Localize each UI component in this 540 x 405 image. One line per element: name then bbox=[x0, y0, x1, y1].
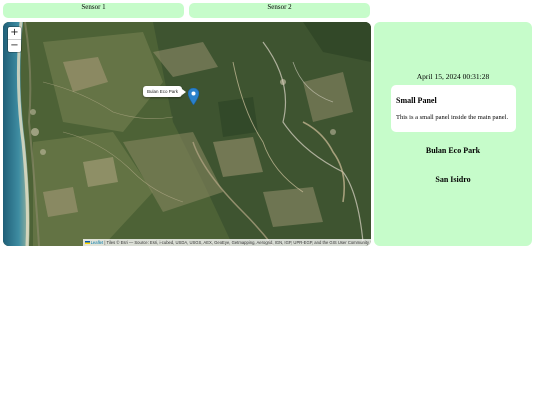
small-panel: Small Panel This is a small panel inside… bbox=[391, 85, 516, 132]
datetime-display: April 15, 2024 00:31:28 bbox=[416, 72, 490, 81]
location-san-isidro: San Isidro bbox=[435, 175, 471, 184]
ukraine-flag-icon bbox=[84, 241, 90, 245]
tab-sensor-2[interactable]: Sensor 2 bbox=[189, 3, 370, 18]
small-panel-title: Small Panel bbox=[396, 96, 437, 105]
tab-sensor-1[interactable]: Sensor 1 bbox=[3, 3, 184, 18]
zoom-control: + − bbox=[8, 27, 21, 52]
map-attribution: Leaflet | Tiles © Esri — Source: Esri, i… bbox=[82, 239, 371, 246]
satellite-imagery bbox=[3, 22, 371, 246]
leaflet-link[interactable]: Leaflet bbox=[91, 240, 104, 245]
small-panel-body: This is a small panel inside the main pa… bbox=[396, 114, 509, 121]
map-marker-icon[interactable] bbox=[188, 88, 199, 105]
zoom-in-button[interactable]: + bbox=[8, 27, 21, 39]
marker-tooltip: Bulan Eco Park bbox=[143, 86, 187, 97]
location-bulan-eco-park: Bulan Eco Park bbox=[425, 146, 481, 155]
main-panel: April 15, 2024 00:31:28 Small Panel This… bbox=[374, 22, 532, 246]
zoom-out-button[interactable]: − bbox=[8, 39, 21, 52]
satellite-map[interactable]: + − Bulan Eco Park Leaflet | Tiles © Esr… bbox=[3, 22, 371, 246]
attribution-text: | Tiles © Esri — Source: Esri, i-cubed, … bbox=[103, 240, 369, 245]
